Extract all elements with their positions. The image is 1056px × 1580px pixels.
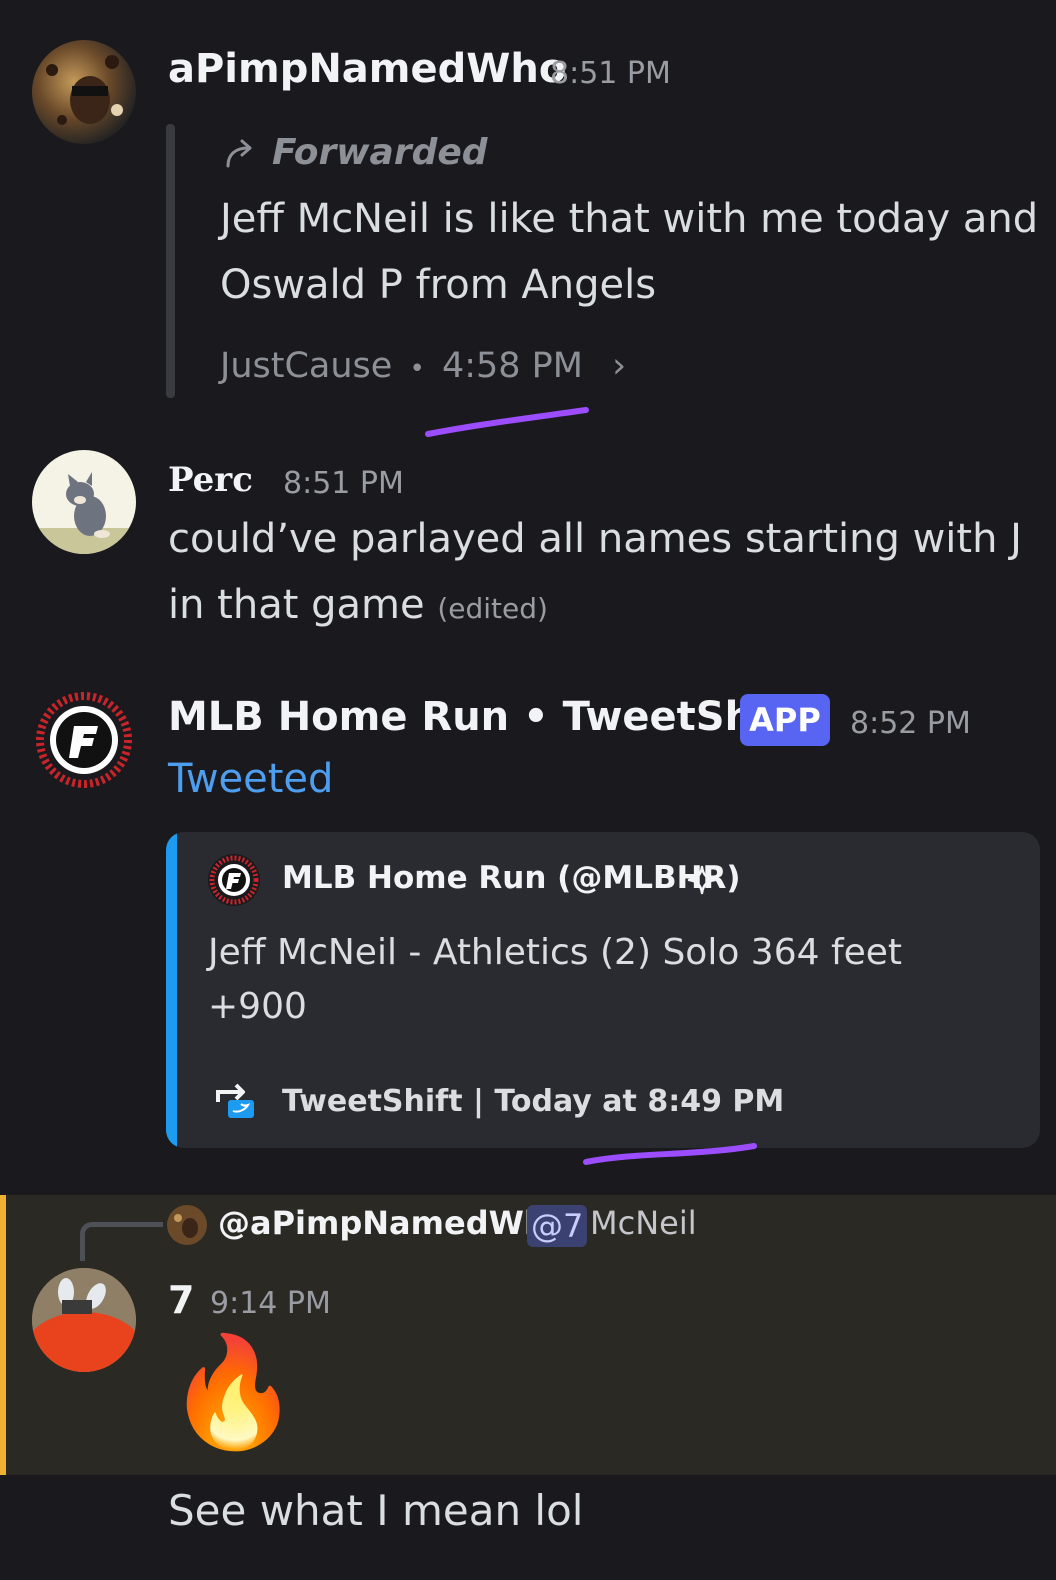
timestamp: 8:51 PM — [550, 56, 671, 91]
embed-text-line-2: +900 — [208, 986, 307, 1027]
tweet-embed[interactable]: MLB Home Run (@MLBHR) Jeff McNeil - Athl… — [166, 832, 1040, 1148]
message-text-line-2: in that game (edited) — [168, 582, 548, 628]
avatar-perc[interactable] — [32, 450, 136, 554]
avatar-7[interactable] — [32, 1268, 136, 1372]
message-text: in that game — [168, 582, 425, 628]
annotation-underline — [425, 407, 589, 437]
annotation-underline — [583, 1143, 757, 1165]
message-text: See what I mean lol — [168, 1486, 584, 1535]
tweeted-link[interactable]: Tweeted — [168, 756, 333, 802]
forward-text-line-1: Jeff McNeil is like that with me today a… — [220, 196, 1039, 242]
forward-separator: • — [409, 354, 425, 384]
forward-text-line-2: Oswald P from Angels — [220, 262, 657, 308]
embed-author-avatar[interactable] — [206, 852, 262, 908]
forward-source-channel[interactable]: JustCause — [220, 346, 392, 386]
forward-source-time: 4:58 PM — [441, 346, 583, 386]
fire-emoji[interactable]: 🔥 — [166, 1328, 300, 1458]
forwarded-label: Forwarded — [272, 132, 488, 173]
forward-source[interactable]: JustCause • 4:58 PM › — [220, 346, 626, 386]
timestamp: 8:52 PM — [850, 706, 971, 741]
embed-footer: TweetShift | Today at 8:49 PM — [282, 1084, 785, 1119]
username[interactable]: 7 — [168, 1278, 194, 1322]
username[interactable]: Perc — [168, 460, 253, 500]
timestamp: 8:51 PM — [283, 466, 404, 501]
reply-text: McNeil — [590, 1204, 697, 1242]
username[interactable]: aPimpNamedWho — [168, 46, 566, 92]
edited-label: (edited) — [437, 592, 548, 625]
retweet-twitter-icon — [216, 1083, 254, 1118]
message-text-line-1: could’ve parlayed all names starting wit… — [168, 516, 1022, 562]
forward-bar — [166, 124, 175, 398]
embed-accent-bar — [166, 832, 177, 1148]
reply-mention[interactable]: @7 — [527, 1205, 588, 1247]
mention-highlight-bar — [0, 1195, 6, 1475]
embed-text-line-1: Jeff McNeil - Athletics (2) Solo 364 fee… — [208, 932, 903, 973]
reply-connector — [80, 1222, 163, 1261]
reply-avatar[interactable] — [166, 1204, 208, 1246]
app-badge: APP — [740, 694, 830, 746]
timestamp: 9:14 PM — [210, 1286, 331, 1321]
avatar-apimpnamedwho[interactable] — [32, 40, 136, 144]
chevron-right-icon[interactable]: › — [612, 346, 626, 386]
reply-username[interactable]: @aPimpNamedWho — [218, 1204, 569, 1242]
forward-arrow-icon — [226, 139, 252, 168]
embed-author[interactable]: MLB Home Run (@MLBHR) — [282, 860, 741, 896]
avatar-tweetshift[interactable] — [32, 688, 136, 792]
sparkle-outline-icon — [687, 865, 717, 895]
username[interactable]: MLB Home Run • TweetShift — [168, 694, 803, 740]
